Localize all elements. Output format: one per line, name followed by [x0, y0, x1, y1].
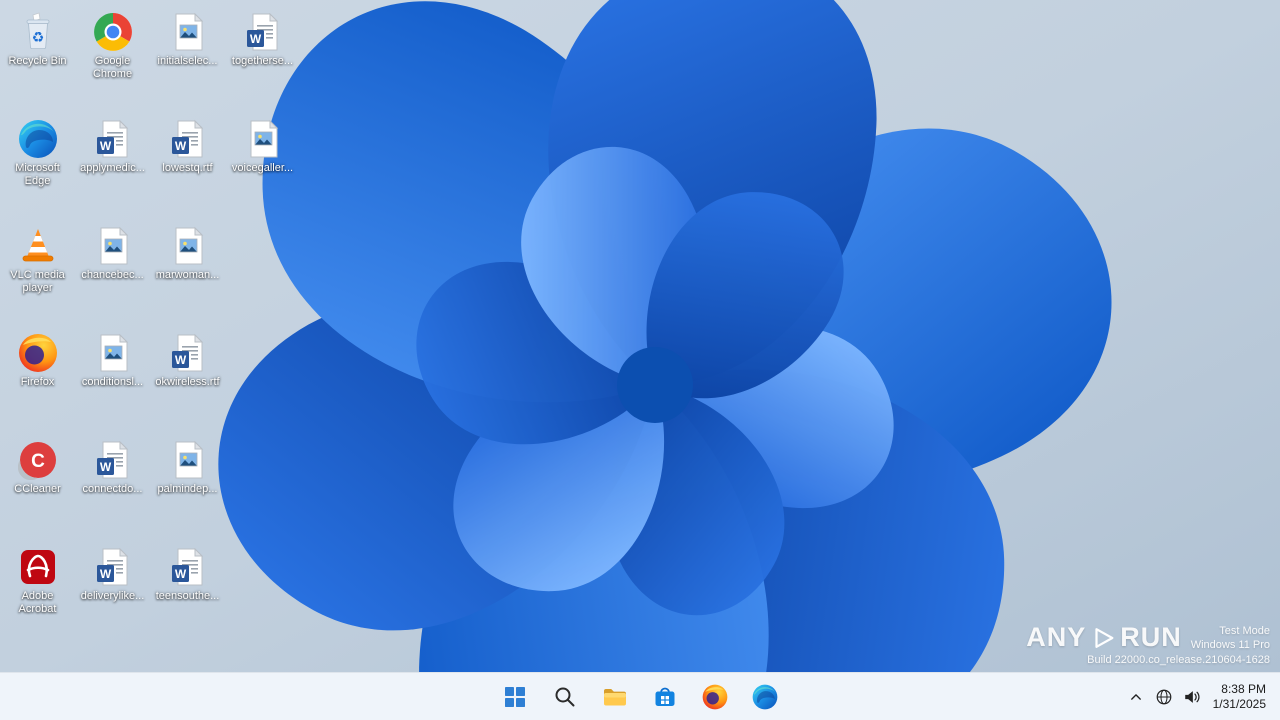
desktop-icon-togetherse[interactable]: togetherse...: [225, 4, 300, 111]
image-file-icon: [93, 333, 133, 373]
chrome-icon: [93, 12, 133, 52]
desktop-icon-label: connectdo...: [82, 483, 143, 495]
desktop-icon-lowestq[interactable]: lowestq.rtf: [150, 111, 225, 218]
desktop-icon-spacer-r4: [225, 325, 300, 432]
word-document-icon: [93, 547, 133, 587]
watermark-os: Windows 11 Pro: [1190, 638, 1270, 651]
speaker-icon: [1181, 686, 1203, 708]
recycle-bin-icon: [18, 12, 58, 52]
word-document-icon: [168, 333, 208, 373]
word-document-icon: [93, 119, 133, 159]
start-icon: [502, 684, 528, 710]
desktop-icon-chancebec[interactable]: chancebec...: [75, 218, 150, 325]
desktop-icon-conditionsl[interactable]: conditionsl...: [75, 325, 150, 432]
anyrun-watermark: ANY RUN Test Mode Windows 11 Pro Build 2…: [1026, 622, 1270, 668]
ccleaner-icon: [18, 440, 58, 480]
tray-overflow-button[interactable]: [1123, 680, 1149, 714]
word-document-icon: [168, 119, 208, 159]
anyrun-logo-right: RUN: [1120, 622, 1182, 652]
desktop-icon-label: Microsoft Edge: [15, 162, 60, 187]
firefox-icon: [18, 333, 58, 373]
desktop-icon-deliverylike[interactable]: deliverylike...: [75, 539, 150, 646]
volume-button[interactable]: [1179, 680, 1205, 714]
microsoft-store-button[interactable]: [645, 677, 685, 717]
desktop-icon-marwoman[interactable]: marwoman...: [150, 218, 225, 325]
desktop-icon-firefox[interactable]: Firefox: [0, 325, 75, 432]
desktop-icon-label: conditionsl...: [81, 376, 144, 388]
search-button[interactable]: [545, 677, 585, 717]
image-file-icon: [168, 12, 208, 52]
chevron-up-icon: [1125, 686, 1147, 708]
anyrun-logo: ANY RUN: [1026, 622, 1182, 653]
clock-time: 8:38 PM: [1221, 682, 1266, 696]
desktop-icon-label: CCleaner: [14, 483, 61, 495]
desktop-icon-label: Firefox: [20, 376, 55, 388]
image-file-icon: [93, 226, 133, 266]
desktop-icon-label: applymedic...: [80, 162, 145, 174]
desktop-icon-microsoft-edge[interactable]: Microsoft Edge: [0, 111, 75, 218]
desktop-icon-label: voicegaller...: [231, 162, 294, 174]
acrobat-icon: [18, 547, 58, 587]
image-file-icon: [168, 226, 208, 266]
vlc-icon: [18, 226, 58, 266]
desktop-icon-recycle-bin[interactable]: Recycle Bin: [0, 4, 75, 111]
image-file-icon: [168, 440, 208, 480]
file-explorer-button[interactable]: [595, 677, 635, 717]
word-document-icon: [168, 547, 208, 587]
edge-icon: [18, 119, 58, 159]
desktop-icon-label: okwireless.rtf: [155, 376, 220, 388]
desktop-icon-palmindep[interactable]: palmindep...: [150, 432, 225, 539]
word-document-icon: [93, 440, 133, 480]
system-tray: 8:38 PM 1/31/2025: [1123, 673, 1276, 720]
anyrun-watermark-top: ANY RUN Test Mode Windows 11 Pro: [1026, 622, 1270, 653]
desktop-icon-initialselec[interactable]: initialselec...: [150, 4, 225, 111]
network-button[interactable]: [1151, 680, 1177, 714]
play-icon: [1095, 627, 1114, 648]
word-document-icon: [243, 12, 283, 52]
desktop-icon-connectdo[interactable]: connectdo...: [75, 432, 150, 539]
anyrun-logo-left: ANY: [1026, 622, 1087, 652]
microsoft-store-icon: [652, 684, 678, 710]
edge-icon: [752, 684, 778, 710]
desktop-icon-adobe-acrobat[interactable]: Adobe Acrobat: [0, 539, 75, 646]
taskbar-clock[interactable]: 8:38 PM 1/31/2025: [1207, 682, 1276, 712]
desktop-icon-teensouthe[interactable]: teensouthe...: [150, 539, 225, 646]
desktop-icon-label: Recycle Bin: [8, 55, 67, 67]
desktop-icon-okwireless[interactable]: okwireless.rtf: [150, 325, 225, 432]
start-button[interactable]: [495, 677, 535, 717]
watermark-build: Build 22000.co_release.210604-1628: [1087, 654, 1270, 666]
desktop-icon-label: marwoman...: [155, 269, 220, 281]
desktop-icon-label: Google Chrome: [92, 55, 133, 80]
desktop-icon-label: teensouthe...: [155, 590, 220, 602]
desktop-icon-vlc-media-player[interactable]: VLC media player: [0, 218, 75, 325]
network-globe-icon: [1153, 686, 1175, 708]
desktop-icon-label: deliverylike...: [80, 590, 145, 602]
desktop-icon-google-chrome[interactable]: Google Chrome: [75, 4, 150, 111]
desktop-icon-applymedic[interactable]: applymedic...: [75, 111, 150, 218]
search-icon: [552, 684, 578, 710]
watermark-mode: Test Mode: [1219, 624, 1270, 637]
desktop-icon-label: lowestq.rtf: [162, 162, 213, 174]
desktop-icon-label: chancebec...: [81, 269, 144, 281]
watermark-info: Test Mode Windows 11 Pro: [1191, 624, 1270, 652]
desktop-icon-spacer-r3: [225, 218, 300, 325]
desktop-icon-label: VLC media player: [10, 269, 65, 294]
desktop-icon-label: palmindep...: [157, 483, 218, 495]
image-file-icon: [243, 119, 283, 159]
windows-desktop: Recycle Bin Google Chrome initialselec..…: [0, 0, 1280, 720]
taskbar: 8:38 PM 1/31/2025: [0, 672, 1280, 720]
firefox-taskbar-button[interactable]: [695, 677, 735, 717]
edge-taskbar-button[interactable]: [745, 677, 785, 717]
taskbar-center: [495, 673, 785, 720]
desktop-icon-voicegaller[interactable]: voicegaller...: [225, 111, 300, 218]
file-explorer-icon: [602, 684, 628, 710]
desktop-icon-spacer-r5: [225, 432, 300, 539]
clock-date: 1/31/2025: [1212, 697, 1266, 711]
desktop-icon-grid: Recycle Bin Google Chrome initialselec..…: [0, 4, 300, 646]
firefox-icon: [702, 684, 728, 710]
desktop-icon-label: Adobe Acrobat: [18, 590, 57, 615]
desktop-icon-ccleaner[interactable]: CCleaner: [0, 432, 75, 539]
desktop-icon-label: togetherse...: [231, 55, 294, 67]
desktop-icon-label: initialselec...: [157, 55, 218, 67]
